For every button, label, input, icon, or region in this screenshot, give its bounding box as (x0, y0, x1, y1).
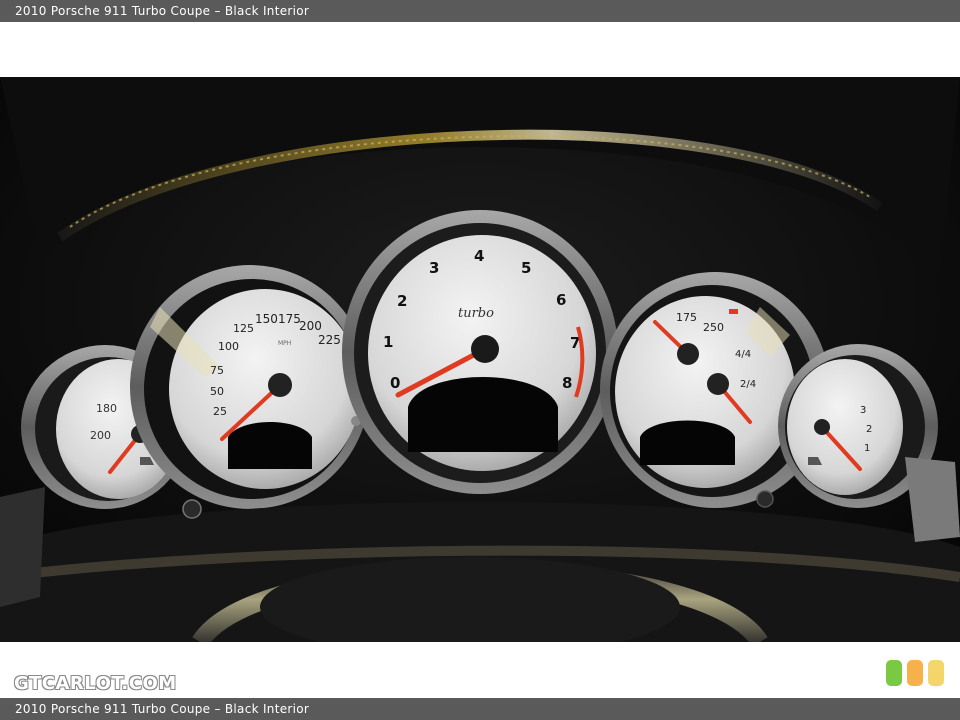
left-small-tick-label: 180 (96, 402, 117, 415)
speedometer-gauge: 150 175 200 225 125 100 75 50 25 MPH (130, 265, 370, 509)
tach-tick-label: 4 (474, 247, 484, 265)
rating-badge-yellow (907, 660, 923, 686)
tach-tick-label: 3 (429, 259, 439, 277)
tach-tick-label: 0 (390, 374, 400, 392)
right-gauge-tick-label: 250 (703, 321, 724, 334)
tach-tick-label: 2 (397, 292, 407, 310)
image-caption-title: 2010 Porsche 911 Turbo Coupe – Black Int… (15, 702, 310, 716)
image-caption-title: 2010 Porsche 911 Turbo Coupe – Black Int… (15, 4, 310, 18)
right-small-tick-label: 3 (860, 405, 866, 416)
tach-display-window (408, 377, 558, 452)
speedo-tick-label: 150 (255, 312, 278, 326)
speedo-tick-label: 75 (210, 364, 224, 377)
dash-knob (182, 499, 202, 519)
site-watermark: GTCARLOT.COM (14, 673, 177, 694)
dash-knob (756, 490, 774, 508)
rating-badge-orange (928, 660, 944, 686)
speedo-tick-label: 175 (278, 312, 301, 326)
caption-bar-top: 2010 Porsche 911 Turbo Coupe – Black Int… (0, 0, 960, 22)
instrument-cluster-photo: 180 200 150 175 200 225 125 100 75 50 25… (0, 77, 960, 642)
right-gauge-tick-label: 2/4 (740, 379, 756, 390)
rating-badge-green (886, 660, 902, 686)
left-shift-paddle (0, 487, 45, 607)
caption-bar-bottom: 2010 Porsche 911 Turbo Coupe – Black Int… (0, 698, 960, 720)
right-gauge-tick-label: 4/4 (735, 349, 751, 360)
speedo-tick-label: 125 (233, 322, 254, 335)
speedo-tick-label: 50 (210, 385, 224, 398)
tachometer-gauge: 3 4 5 6 7 8 2 1 0 turbo (342, 210, 618, 494)
speedo-display-window (228, 422, 312, 469)
tach-brand-script: turbo (458, 306, 494, 321)
right-small-tick-label: 1 (864, 443, 870, 454)
tach-tick-label: 8 (562, 374, 572, 392)
speedo-tick-label: 25 (213, 405, 227, 418)
speedo-tick-label: 200 (299, 319, 322, 333)
right-small-tick-label: 2 (866, 424, 872, 435)
left-small-tick-label: 200 (90, 429, 111, 442)
speedo-unit-label: MPH (278, 340, 291, 347)
tach-tick-label: 5 (521, 259, 531, 277)
right-gauge-tick-label: 175 (676, 311, 697, 324)
tach-tick-label: 6 (556, 291, 566, 309)
speedo-tick-label: 100 (218, 340, 239, 353)
speedo-tick-label: 225 (318, 333, 341, 347)
right-display-window (640, 420, 735, 465)
redline-marker (729, 309, 738, 314)
tach-tick-label: 1 (383, 333, 393, 351)
